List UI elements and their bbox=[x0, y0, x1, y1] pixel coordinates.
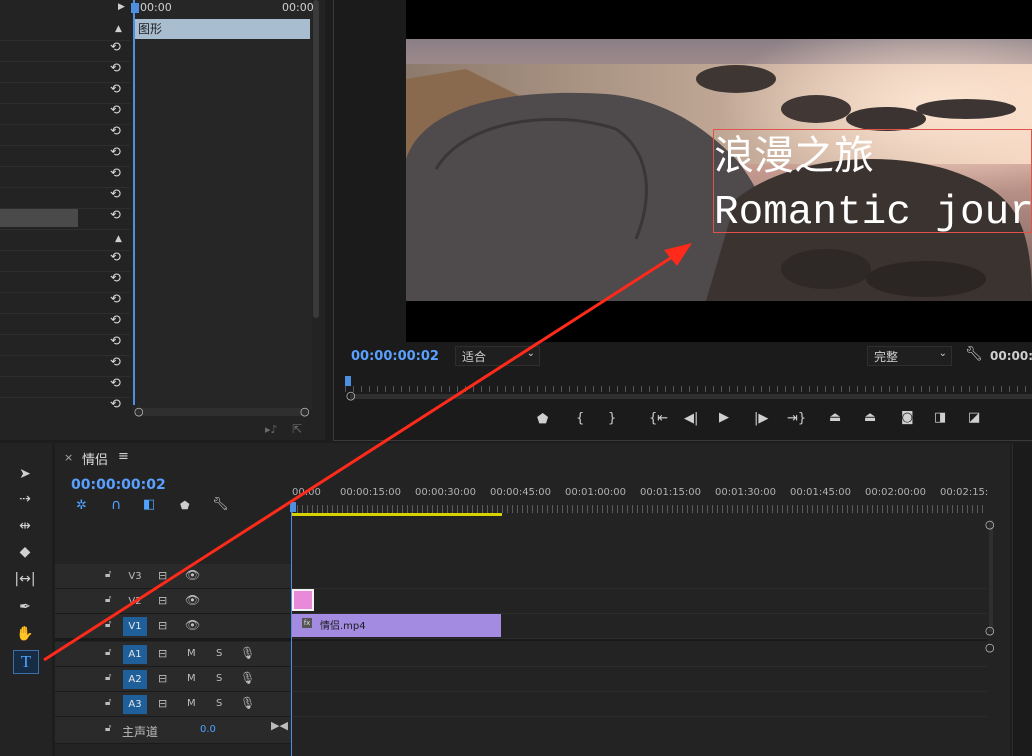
annotation-arrow bbox=[43, 243, 692, 662]
